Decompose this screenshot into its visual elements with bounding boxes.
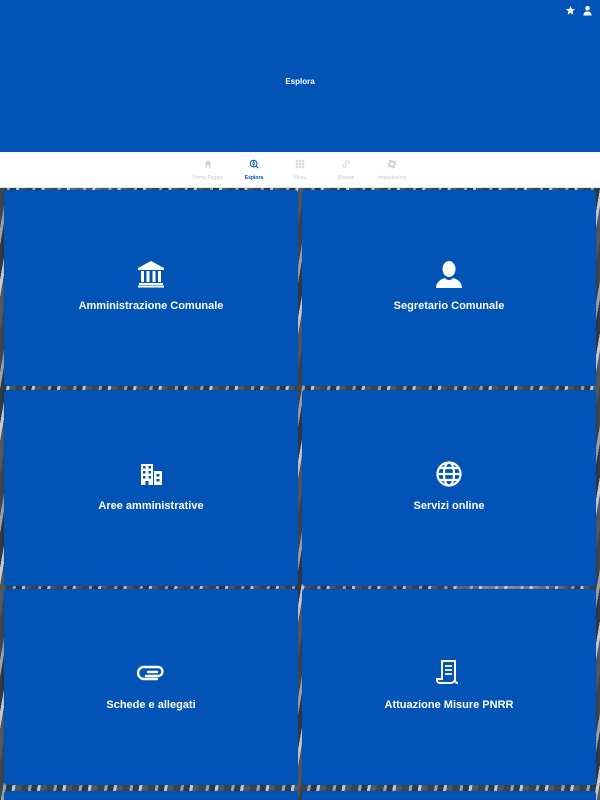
app-header: Esplora xyxy=(0,0,600,152)
tile-icon-wrap xyxy=(302,659,596,687)
tab-label: Risorse xyxy=(337,175,355,181)
tile-label: Aree amministrative xyxy=(98,500,204,512)
tile-segretario-comunale[interactable]: Segretario Comunale xyxy=(302,190,596,386)
tile-label: Schede e allegati xyxy=(106,699,196,711)
explore-grid: Amministrazione Comunale Segretario Comu… xyxy=(0,188,600,800)
tile-label: Attuazione Misure PNRR xyxy=(384,699,514,711)
home-icon xyxy=(204,160,212,168)
tile-label: Segretario Comunale xyxy=(393,300,505,312)
tile-icon-wrap xyxy=(4,460,298,488)
tile-servizi-online[interactable]: Servizi online xyxy=(302,390,596,586)
tab-menu[interactable]: Menu xyxy=(277,152,323,187)
tile-schede-e-allegati[interactable]: Schede e allegati xyxy=(4,589,298,785)
user-icon xyxy=(583,5,592,16)
tab-bar: Prima Pagina Esplora Menu Risorse Impost… xyxy=(0,152,600,188)
page-title: Esplora xyxy=(285,77,315,86)
tab-label: Esplora xyxy=(244,175,264,181)
tab-label: Menu xyxy=(293,175,307,181)
person-icon xyxy=(436,261,462,288)
explore-icon xyxy=(249,159,259,169)
buildings-icon xyxy=(141,464,162,485)
tile-icon-wrap xyxy=(4,659,298,687)
tile-partial[interactable] xyxy=(302,791,596,800)
tile-attuazione-misure-pnrr[interactable]: Attuazione Misure PNRR xyxy=(302,589,596,785)
tab-label: Impostazioni xyxy=(377,175,407,181)
star-icon xyxy=(565,5,576,15)
bank-icon xyxy=(138,261,164,288)
paperclip-icon xyxy=(137,665,164,681)
receipt-icon xyxy=(436,660,459,684)
tile-label: Amministrazione Comunale xyxy=(78,300,224,312)
tab-impostazioni[interactable]: Impostazioni xyxy=(369,152,415,187)
tile-icon-wrap xyxy=(302,260,596,288)
favorites-button[interactable] xyxy=(564,4,577,17)
grid-icon xyxy=(295,159,305,169)
tile-aree-amministrative[interactable]: Aree amministrative xyxy=(4,390,298,586)
tab-risorse[interactable]: Risorse xyxy=(323,152,369,187)
tile-label: Servizi online xyxy=(413,500,485,512)
globe-icon xyxy=(436,461,462,487)
account-button[interactable] xyxy=(581,4,594,17)
gear-icon xyxy=(387,159,397,169)
tile-partial[interactable] xyxy=(4,791,298,800)
link-icon xyxy=(342,160,350,168)
tile-icon-wrap xyxy=(302,460,596,488)
tab-label: Prima Pagina xyxy=(192,175,223,181)
header-actions xyxy=(564,4,594,17)
tab-esplora[interactable]: Esplora xyxy=(231,152,277,187)
tile-amministrazione-comunale[interactable]: Amministrazione Comunale xyxy=(4,190,298,386)
tile-icon-wrap xyxy=(4,260,298,288)
tab-prima-pagina[interactable]: Prima Pagina xyxy=(185,152,231,187)
